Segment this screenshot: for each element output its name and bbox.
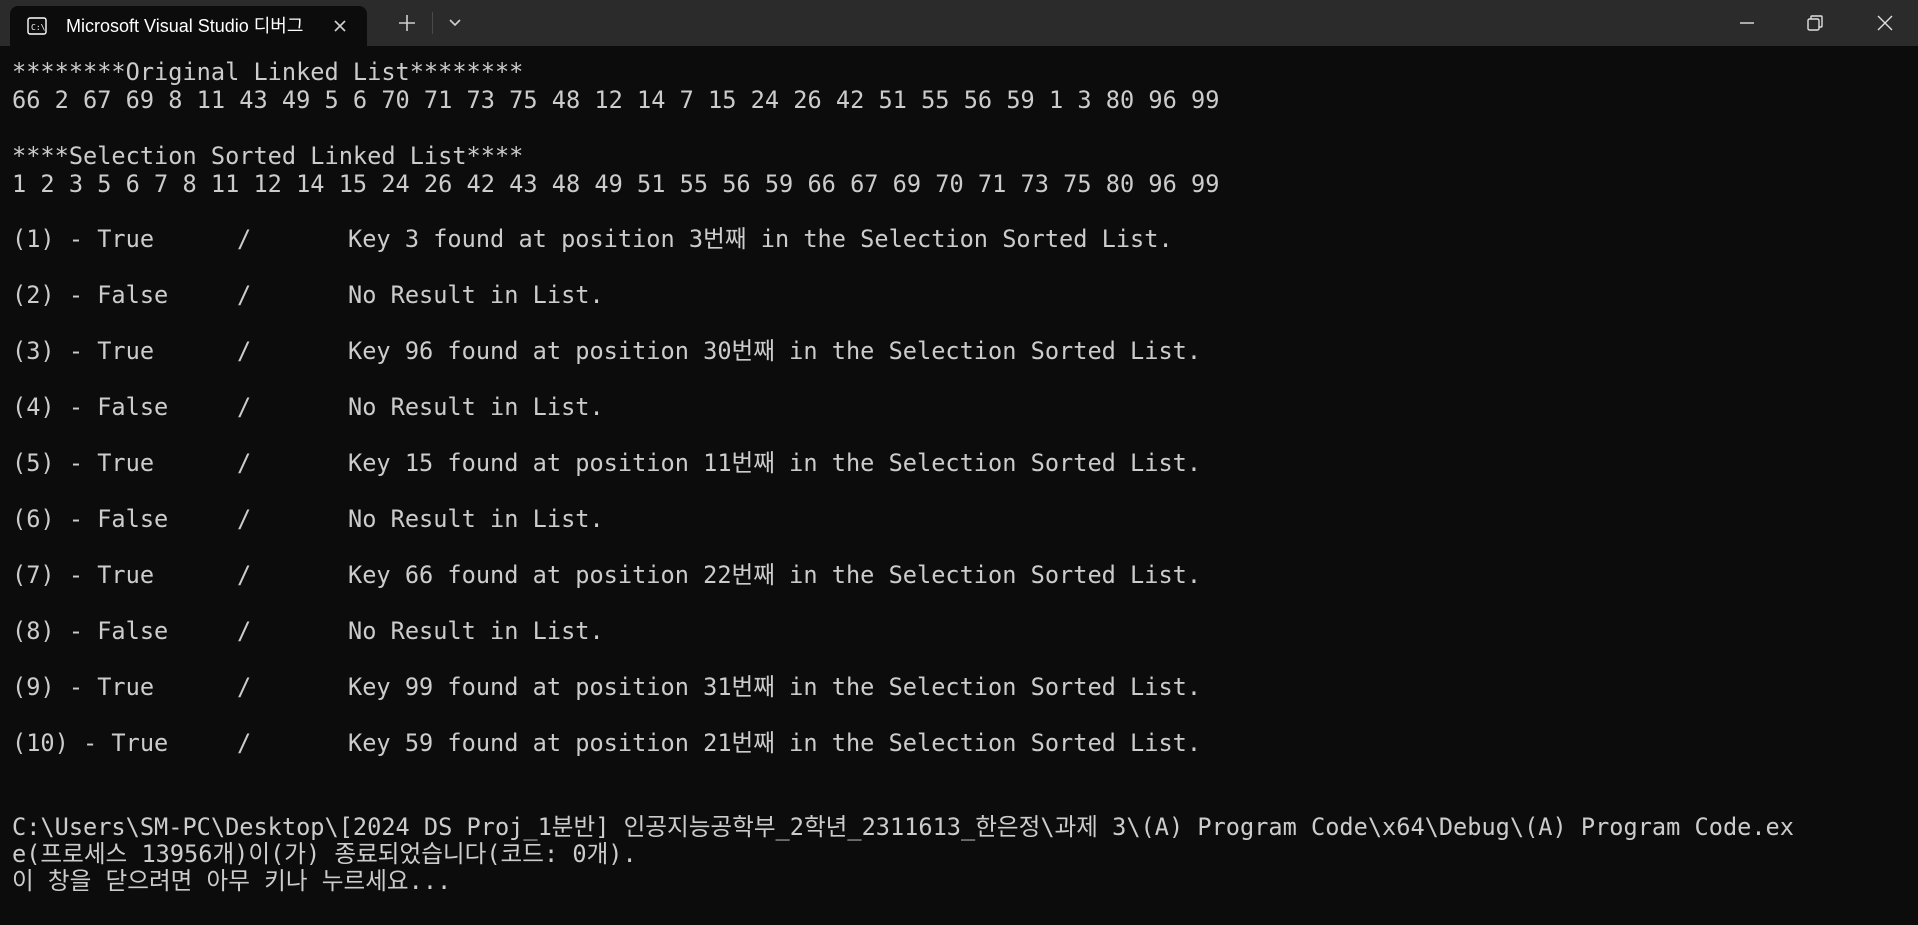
tab-debug-console[interactable]: C:\ Microsoft Visual Studio 디버그 bbox=[10, 6, 367, 46]
process-exit-message: C:\Users\SM-PC\Desktop\[2024 DS Proj_1분반… bbox=[12, 814, 1912, 895]
result-message: No Result in List. bbox=[348, 393, 604, 421]
chevron-down-icon[interactable] bbox=[441, 11, 469, 35]
close-window-button[interactable] bbox=[1852, 0, 1918, 46]
search-result: (5) - True / Key 15 found at position 11… bbox=[12, 449, 1912, 477]
result-separator: / bbox=[237, 393, 252, 421]
result-message: Key 59 found at position 21번째 in the Sel… bbox=[348, 729, 1202, 757]
result-message: Key 96 found at position 30번째 in the Sel… bbox=[348, 337, 1202, 365]
result-message: Key 15 found at position 11번째 in the Sel… bbox=[348, 449, 1202, 477]
search-result: (2) - False / No Result in List. bbox=[12, 281, 1912, 309]
result-message: No Result in List. bbox=[348, 617, 604, 645]
result-separator: / bbox=[237, 225, 252, 253]
search-result: (1) - True / Key 3 found at position 3번째… bbox=[12, 225, 1912, 253]
console-output: ********Original Linked List******** 66 … bbox=[12, 58, 1912, 785]
result-message: Key 3 found at position 3번째 in the Selec… bbox=[348, 225, 1173, 253]
original-list-values: 66 2 67 69 8 11 43 49 5 6 70 71 73 75 48… bbox=[12, 86, 1220, 114]
result-separator: / bbox=[237, 561, 252, 589]
result-separator: / bbox=[237, 337, 252, 365]
search-result: (8) - False / No Result in List. bbox=[12, 617, 1912, 645]
result-separator: / bbox=[237, 449, 252, 477]
result-separator: / bbox=[237, 729, 252, 757]
result-label: (6) - False bbox=[12, 505, 169, 533]
sorted-list-header: ****Selection Sorted Linked List**** bbox=[12, 142, 524, 170]
result-separator: / bbox=[237, 617, 252, 645]
restore-button[interactable] bbox=[1782, 0, 1848, 46]
search-result: (3) - True / Key 96 found at position 30… bbox=[12, 337, 1912, 365]
result-label: (4) - False bbox=[12, 393, 169, 421]
result-label: (3) - True bbox=[12, 337, 155, 365]
result-label: (9) - True bbox=[12, 673, 155, 701]
result-message: No Result in List. bbox=[348, 281, 604, 309]
terminal-window: C:\ Microsoft Visual Studio 디버그 ********… bbox=[0, 0, 1918, 925]
result-separator: / bbox=[237, 505, 252, 533]
close-tab-icon[interactable] bbox=[330, 16, 350, 36]
search-result: (10) - True / Key 59 found at position 2… bbox=[12, 729, 1912, 757]
tab-divider bbox=[432, 12, 433, 34]
sorted-list-values: 1 2 3 5 6 7 8 11 12 14 15 24 26 42 43 48… bbox=[12, 170, 1220, 198]
result-message: No Result in List. bbox=[348, 505, 604, 533]
original-list-header: ********Original Linked List******** bbox=[12, 58, 524, 86]
result-separator: / bbox=[237, 281, 252, 309]
result-separator: / bbox=[237, 673, 252, 701]
result-label: (5) - True bbox=[12, 449, 155, 477]
exit-code-line: e(프로세스 13956개)이(가) 종료되었습니다(코드: 0개). bbox=[12, 840, 637, 868]
console-icon: C:\ bbox=[27, 17, 47, 35]
press-key-prompt: 이 창을 닫으려면 아무 키나 누르세요... bbox=[12, 867, 452, 895]
minimize-icon bbox=[1740, 22, 1754, 24]
result-message: Key 99 found at position 31번째 in the Sel… bbox=[348, 673, 1202, 701]
search-result: (7) - True / Key 66 found at position 22… bbox=[12, 561, 1912, 589]
tab-title: Microsoft Visual Studio 디버그 bbox=[66, 16, 304, 36]
search-result: (9) - True / Key 99 found at position 31… bbox=[12, 673, 1912, 701]
svg-text:C:\: C:\ bbox=[31, 23, 46, 32]
title-bar: C:\ Microsoft Visual Studio 디버그 bbox=[0, 0, 1918, 46]
search-result: (6) - False / No Result in List. bbox=[12, 505, 1912, 533]
result-label: (7) - True bbox=[12, 561, 155, 589]
minimize-button[interactable] bbox=[1714, 0, 1780, 46]
result-label: (2) - False bbox=[12, 281, 169, 309]
result-label: (8) - False bbox=[12, 617, 169, 645]
restore-icon bbox=[1807, 15, 1823, 31]
close-icon bbox=[1877, 15, 1893, 31]
result-label: (10) - True bbox=[12, 729, 169, 757]
search-result: (4) - False / No Result in List. bbox=[12, 393, 1912, 421]
new-tab-button[interactable] bbox=[393, 11, 421, 35]
exit-path-line: C:\Users\SM-PC\Desktop\[2024 DS Proj_1분반… bbox=[12, 813, 1794, 841]
result-message: Key 66 found at position 22번째 in the Sel… bbox=[348, 561, 1202, 589]
result-label: (1) - True bbox=[12, 225, 155, 253]
